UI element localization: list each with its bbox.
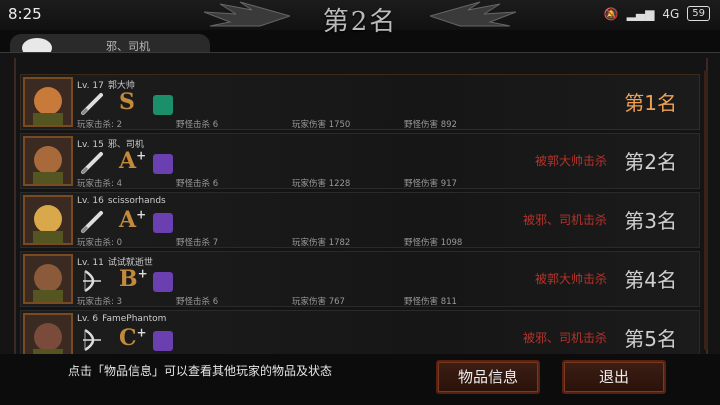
signal-icon: ▂▄▆ xyxy=(626,6,655,21)
player-damage: 玩家伤害 1750 xyxy=(292,120,351,130)
grade-letter: A xyxy=(119,207,137,233)
killed-by-text: 被郭大帅击杀 xyxy=(534,154,607,168)
grade-badge: B+ xyxy=(119,266,148,292)
player-level: Lv. 11 xyxy=(77,258,104,268)
player-damage: 玩家伤害 1782 xyxy=(292,238,351,248)
player-row[interactable]: Lv. 11 试试就逝世 B+ 玩家击杀: 3 野怪击杀 6 玩家伤害 767 野… xyxy=(20,251,700,307)
player-avatar[interactable] xyxy=(23,136,73,186)
bat-icon xyxy=(79,150,105,176)
exit-button[interactable]: 退出 xyxy=(562,360,666,394)
player-kills: 玩家击杀: 3 xyxy=(77,297,122,307)
item-gem-icon[interactable] xyxy=(153,95,173,115)
player-level: Lv. 16 xyxy=(77,196,104,206)
page-title: 第2名 xyxy=(322,7,398,37)
grade-plus: + xyxy=(137,266,148,281)
monster-damage: 野怪伤害 917 xyxy=(404,179,457,189)
grade-plus: + xyxy=(136,148,147,163)
player-level: Lv. 6 xyxy=(77,314,99,324)
grade-letter: S xyxy=(119,89,135,115)
rank-label: 第2名 xyxy=(624,150,677,174)
player-level: Lv. 15 xyxy=(77,140,104,150)
player-name: scissorhands xyxy=(107,196,166,206)
rank-label: 第5名 xyxy=(624,327,677,351)
hint-text: 点击「物品信息」可以查看其他玩家的物品及状态 xyxy=(68,364,333,378)
player-row[interactable]: Lv. 17 郭大帅 S 玩家击杀: 2 野怪击杀 6 玩家伤害 1750 野怪伤… xyxy=(20,74,700,130)
grade-badge: S xyxy=(119,89,135,115)
item-gem-icon[interactable] xyxy=(153,331,173,351)
mute-icon: 🔕 xyxy=(603,6,619,21)
player-level-name: Lv. 16 scissorhands xyxy=(77,196,166,206)
monster-kills: 野怪击杀 6 xyxy=(176,120,219,130)
rank-label: 第3名 xyxy=(624,209,677,233)
item-gem-icon[interactable] xyxy=(153,154,173,174)
grade-letter: B xyxy=(119,266,138,292)
player-kills: 玩家击杀: 4 xyxy=(77,179,122,189)
grade-badge: A+ xyxy=(119,207,146,233)
monster-kills: 野怪击杀 6 xyxy=(176,297,219,307)
title-banner: 第2名 xyxy=(200,0,520,37)
player-level: Lv. 17 xyxy=(77,81,104,91)
killed-by-text: 被郭大帅击杀 xyxy=(534,272,607,286)
player-kills: 玩家击杀: 2 xyxy=(77,120,122,130)
item-info-button[interactable]: 物品信息 xyxy=(436,360,540,394)
status-clock: 8:25 xyxy=(8,5,42,23)
monster-kills: 野怪击杀 6 xyxy=(176,179,219,189)
grade-plus: + xyxy=(136,325,147,340)
grade-letter: C xyxy=(119,325,137,351)
player-damage: 玩家伤害 767 xyxy=(292,297,345,307)
killed-by-text: 被邪、司机击杀 xyxy=(522,331,607,345)
monster-kills: 野怪击杀 7 xyxy=(176,238,219,248)
monster-damage: 野怪伤害 811 xyxy=(404,297,457,307)
player-avatar[interactable] xyxy=(23,254,73,304)
monster-damage: 野怪伤害 1098 xyxy=(404,238,463,248)
rank-label: 第1名 xyxy=(624,91,677,115)
player-kills: 玩家击杀: 0 xyxy=(77,238,122,248)
player-avatar[interactable] xyxy=(23,77,73,127)
killed-by-text: 被邪、司机击杀 xyxy=(522,213,607,227)
grade-letter: A xyxy=(119,148,137,174)
bow-icon xyxy=(79,327,105,353)
bat-icon xyxy=(79,91,105,117)
grade-badge: C+ xyxy=(119,325,147,351)
item-gem-icon[interactable] xyxy=(153,213,173,233)
rank-label: 第4名 xyxy=(624,268,677,292)
player-avatar[interactable] xyxy=(23,195,73,245)
player-damage: 玩家伤害 1228 xyxy=(292,179,351,189)
scrollbar[interactable] xyxy=(704,70,708,350)
player-row[interactable]: Lv. 16 scissorhands A+ 玩家击杀: 0 野怪击杀 7 玩家伤… xyxy=(20,192,700,248)
monster-damage: 野怪伤害 892 xyxy=(404,120,457,130)
network-type: 4G xyxy=(662,6,680,21)
status-icons: 🔕 ▂▄▆ 4G 59 xyxy=(604,6,710,21)
item-gem-icon[interactable] xyxy=(153,272,173,292)
player-name: FamePhantom xyxy=(102,314,167,324)
player-level-name: Lv. 6 FamePhantom xyxy=(77,314,166,324)
battery-icon: 59 xyxy=(687,6,710,21)
grade-badge: A+ xyxy=(119,148,146,174)
grade-plus: + xyxy=(136,207,147,222)
bat-icon xyxy=(79,209,105,235)
player-row[interactable]: Lv. 15 邪、司机 A+ 玩家击杀: 4 野怪击杀 6 玩家伤害 1228 野… xyxy=(20,133,700,189)
bow-icon xyxy=(79,268,105,294)
